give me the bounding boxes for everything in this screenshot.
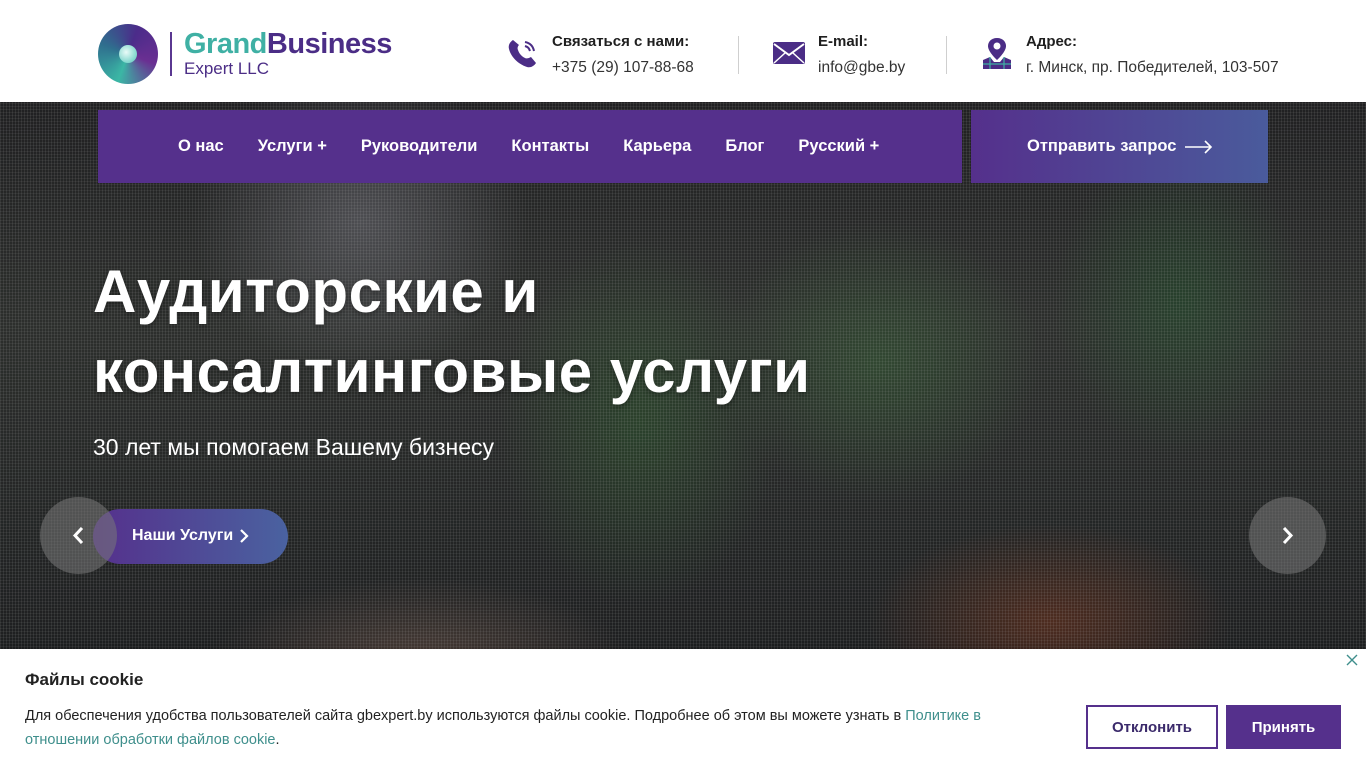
hero-title-line: консалтинговые услуги [93,338,811,405]
cookie-title: Файлы cookie [25,670,144,689]
our-services-label: Наши Услуги [132,527,234,544]
contact-email[interactable]: E-mail: info@gbe.by [772,30,922,80]
send-request-label: Отправить запрос [1027,137,1177,155]
close-icon[interactable] [1345,653,1359,667]
accept-cookies-button[interactable]: Принять [1226,705,1341,749]
nav-item-contacts[interactable]: Контакты [511,137,589,156]
nav-item-about[interactable]: О нас [178,137,224,156]
contact-address: Адрес: г. Минск, пр. Победителей, 103-50… [980,30,1280,80]
nav-item-blog[interactable]: Блог [725,137,764,156]
main-nav: О нас Услуги + Руководители Контакты Кар… [98,110,962,183]
header-divider [946,36,947,74]
chevron-right-icon [1282,527,1294,544]
logo-subtitle: Expert LLC [184,59,270,78]
contact-phone-title: Связаться с нами: [552,33,690,50]
nav-item-services[interactable]: Услуги + [258,137,327,156]
slider-prev-button[interactable] [40,497,117,574]
cookie-text-end: . [275,732,280,748]
contact-address-value: г. Минск, пр. Победителей, 103-507 [1026,59,1279,76]
decline-cookies-button[interactable]: Отклонить [1086,705,1218,749]
our-services-button[interactable]: Наши Услуги [93,509,288,564]
site-logo[interactable]: GrandBusiness Expert LLC [98,24,398,86]
logo-mark-icon [98,24,158,84]
logo-divider [170,32,172,76]
hero-title-line: Аудиторские и [93,258,539,325]
hero-title: Аудиторские и консалтинговые услуги [93,252,893,412]
cookie-banner: Файлы cookie Для обеспечения удобства по… [0,649,1366,768]
hero-subtitle: 30 лет мы помогаем Вашему бизнесу [93,434,494,460]
nav-item-language[interactable]: Русский + [798,137,879,156]
nav-item-management[interactable]: Руководители [361,137,478,156]
header-divider [738,36,739,74]
contact-phone[interactable]: Связаться с нами: +375 (29) 107-88-68 [506,30,716,80]
cookie-text: Для обеспечения удобства пользователей с… [25,704,1055,752]
phone-icon [508,40,536,68]
contact-email-title: E-mail: [818,33,869,50]
send-request-button[interactable]: Отправить запрос [971,110,1268,183]
logo-wordmark: GrandBusiness [184,28,392,60]
contact-address-title: Адрес: [1026,33,1077,50]
chevron-left-icon [72,527,84,544]
slider-next-button[interactable] [1249,497,1326,574]
site-header: GrandBusiness Expert LLC Связаться с нам… [0,0,1366,102]
contact-phone-value[interactable]: +375 (29) 107-88-68 [552,59,694,77]
chevron-right-icon [240,529,249,543]
cookie-description: Для обеспечения удобства пользователей с… [25,708,906,724]
arrow-right-icon [1185,140,1213,154]
map-pin-icon [983,38,1011,69]
contact-email-value[interactable]: info@gbe.by [818,59,905,77]
envelope-icon [773,42,805,64]
nav-item-career[interactable]: Карьера [623,137,691,156]
hero-slider: О нас Услуги + Руководители Контакты Кар… [0,102,1366,662]
